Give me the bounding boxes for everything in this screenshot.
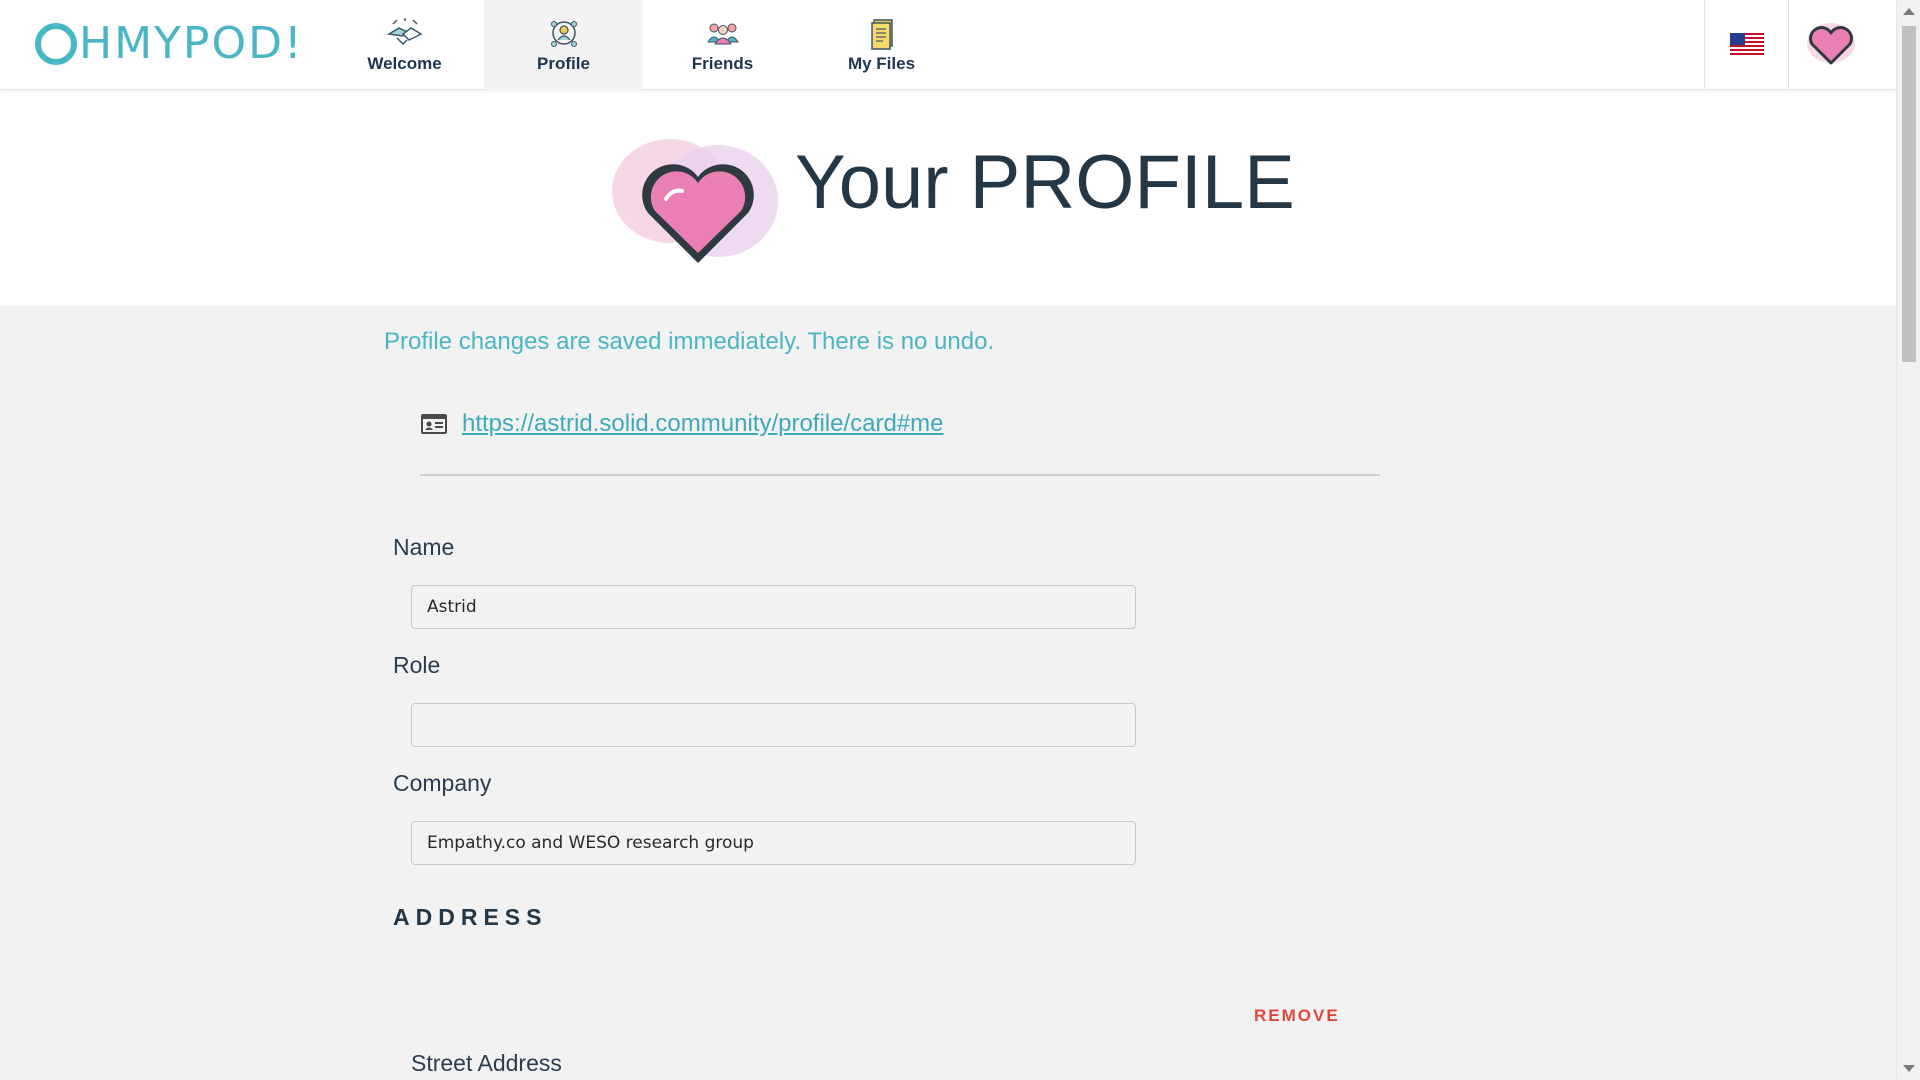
- files-icon: [870, 19, 893, 50]
- logo-o-ring-icon: [35, 23, 77, 65]
- nav-label-my-files: My Files: [847, 54, 916, 73]
- webid-row: https://astrid.solid.community/profile/c…: [420, 410, 944, 438]
- street-address-label: Street Address: [411, 1050, 562, 1076]
- profile-network-icon: [550, 21, 577, 47]
- section-divider: [420, 474, 1380, 476]
- nav-label-welcome: Welcome: [367, 54, 442, 73]
- company-label: Company: [393, 770, 492, 796]
- page-title: Your PROFILE: [795, 140, 1295, 225]
- address-section-title: ADDRESS: [393, 904, 548, 930]
- page-scrollbar[interactable]: [1896, 0, 1920, 1080]
- main-nav: Welcome Profile Friends My Files: [325, 0, 961, 90]
- handshake-icon: [386, 18, 423, 46]
- nav-item-my-files[interactable]: My Files: [802, 0, 961, 90]
- top-navigation-bar: HMYPOD! Welcome Profile Friends My Files: [0, 0, 1896, 90]
- name-field[interactable]: [411, 585, 1136, 629]
- ohmypod-logo[interactable]: HMYPOD!: [35, 14, 304, 74]
- role-field[interactable]: [411, 703, 1136, 747]
- nav-label-profile: Profile: [537, 54, 590, 73]
- name-label: Name: [393, 534, 455, 560]
- scroll-up-arrow-icon[interactable]: [1903, 8, 1915, 15]
- heart-icon: [612, 139, 778, 263]
- heart-avatar-icon: [1806, 23, 1855, 65]
- scrollbar-thumb[interactable]: [1902, 26, 1916, 362]
- language-selector[interactable]: [1704, 0, 1788, 90]
- profile-content: Profile changes are saved immediately. T…: [0, 306, 1896, 1080]
- scroll-down-arrow-icon[interactable]: [1903, 1065, 1915, 1072]
- role-label: Role: [393, 652, 441, 678]
- save-notice: Profile changes are saved immediately. T…: [384, 328, 995, 355]
- nav-label-friends: Friends: [691, 54, 754, 73]
- friends-group-icon: [706, 23, 739, 45]
- user-menu-button[interactable]: [1788, 0, 1872, 90]
- nav-item-friends[interactable]: Friends: [643, 0, 802, 90]
- nav-item-profile[interactable]: Profile: [484, 0, 643, 90]
- remove-address-button[interactable]: REMOVE: [1254, 1006, 1340, 1026]
- webid-link[interactable]: https://astrid.solid.community/profile/c…: [462, 410, 944, 438]
- nav-item-welcome[interactable]: Welcome: [325, 0, 484, 90]
- company-field[interactable]: [411, 821, 1136, 865]
- logo-text: HMYPOD!: [79, 18, 304, 69]
- id-card-icon: [421, 414, 447, 434]
- profile-hero: Your PROFILE: [0, 91, 1896, 306]
- us-flag-icon: [1729, 33, 1764, 57]
- topbar-right-actions: [1704, 0, 1896, 90]
